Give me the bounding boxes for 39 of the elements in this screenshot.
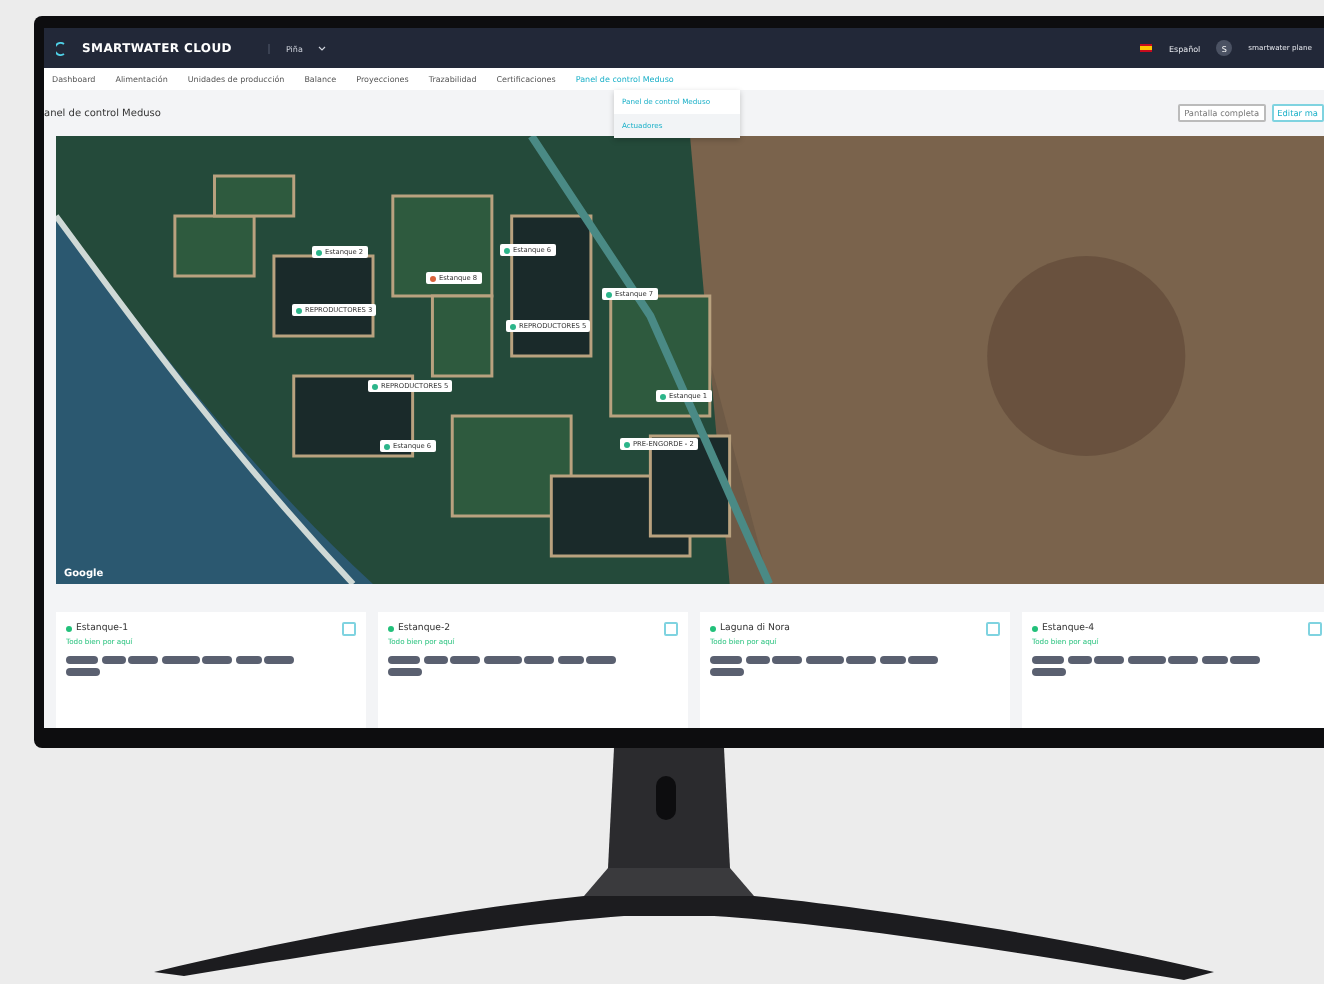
- sensor-chip: [450, 656, 480, 664]
- sensor-chip: [745, 656, 769, 664]
- sensor-chip: [66, 656, 98, 664]
- sensor-chip: [1168, 656, 1198, 664]
- sensor-chip: [101, 656, 125, 664]
- sensor-chip: [846, 656, 876, 664]
- sensor-chip: [1032, 656, 1064, 664]
- sensor-chip: [1067, 656, 1091, 664]
- sensor-chip: [557, 656, 583, 664]
- sensor-chip: [66, 667, 100, 675]
- sensor-chip: [128, 656, 158, 664]
- open-button[interactable]: [664, 622, 678, 636]
- sensor-chip: [1127, 656, 1165, 664]
- sensor-chip: [1032, 667, 1066, 675]
- sensor-chip: [586, 656, 616, 664]
- sensor-chip: [388, 656, 420, 664]
- sensor-chip: [264, 656, 294, 664]
- sensor-chip: [908, 656, 938, 664]
- flag-icon: [1140, 44, 1153, 52]
- sensor-chip: [710, 667, 744, 675]
- sensor-chip: [423, 656, 447, 664]
- sensor-chip: [388, 667, 422, 675]
- sensor-chip: [1230, 656, 1260, 664]
- sensor-chip: [483, 656, 521, 664]
- sensor-chip: [879, 656, 905, 664]
- open-button[interactable]: [342, 622, 356, 636]
- logo-icon: [56, 41, 66, 55]
- sensor-chip: [805, 656, 843, 664]
- sensor-chip: [202, 656, 232, 664]
- sensor-chip: [1201, 656, 1227, 664]
- sensor-chip: [1094, 656, 1124, 664]
- sensor-chip: [524, 656, 554, 664]
- sensor-chip: [710, 656, 742, 664]
- sensor-chip: [772, 656, 802, 664]
- chevron-down-icon: [318, 45, 327, 51]
- sensor-chip: [161, 656, 199, 664]
- open-button[interactable]: [986, 622, 1000, 636]
- open-button[interactable]: [1308, 622, 1322, 636]
- sensor-chip: [235, 656, 261, 664]
